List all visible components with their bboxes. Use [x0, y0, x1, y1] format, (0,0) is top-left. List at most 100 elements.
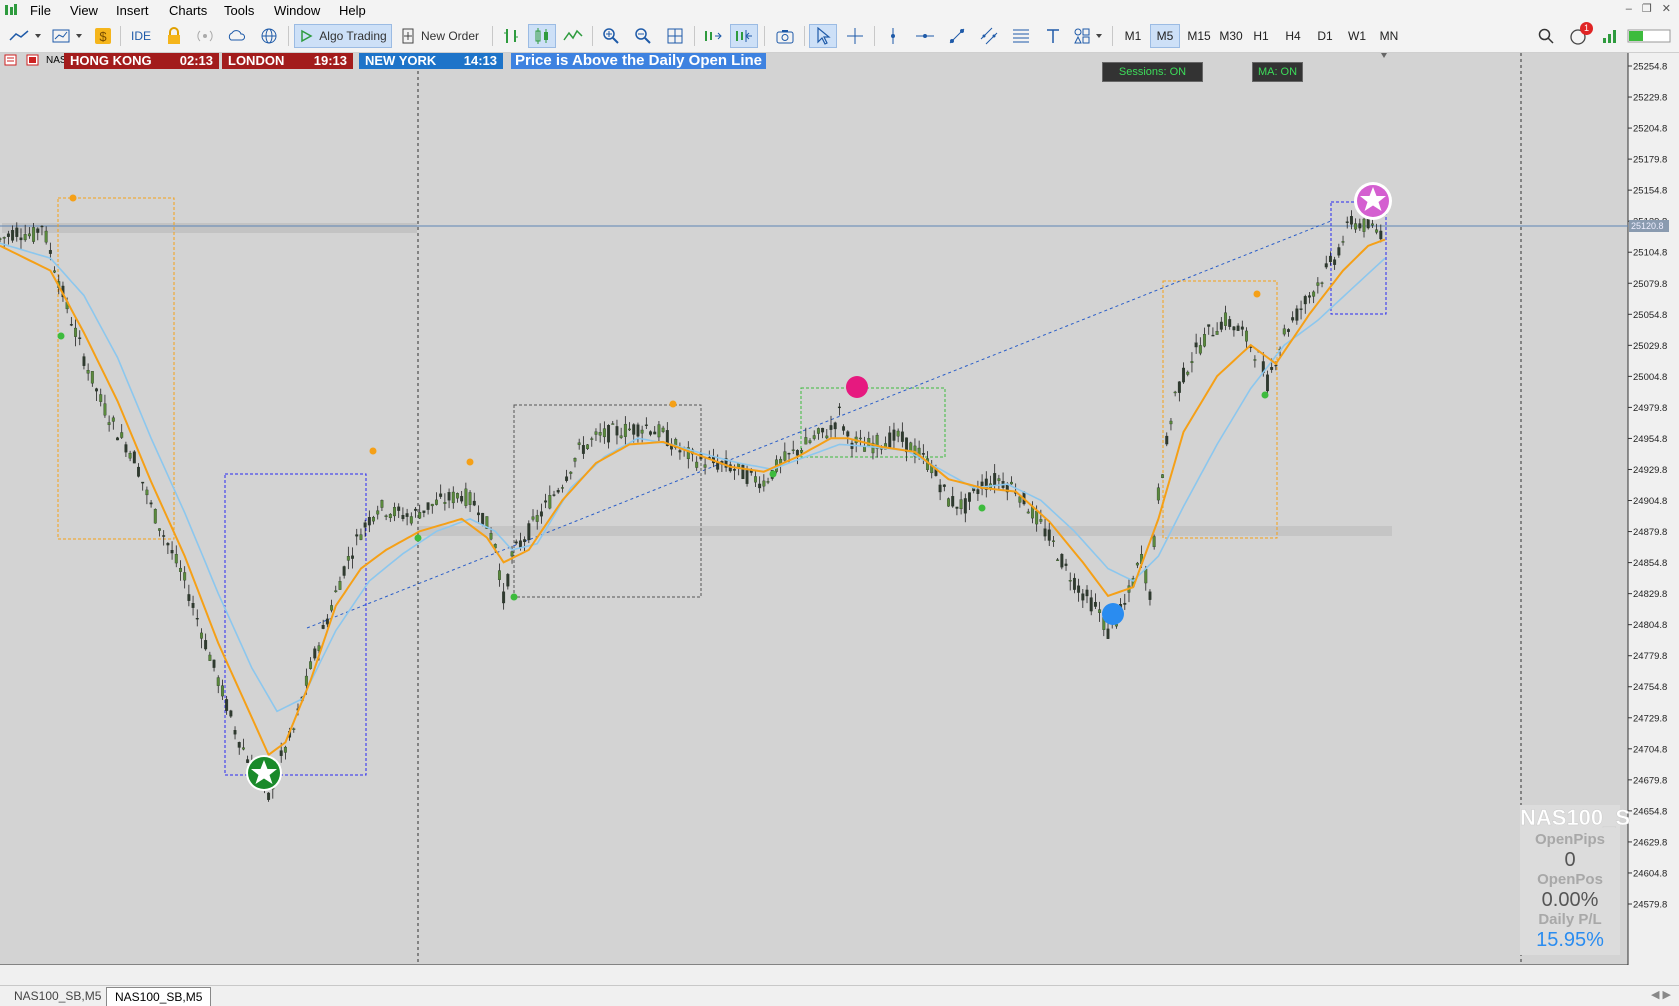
candle-body [48, 250, 52, 254]
templates-button[interactable] [50, 24, 86, 48]
candle-body [367, 517, 371, 526]
lock-button[interactable] [162, 24, 186, 48]
channel-button[interactable] [976, 24, 1002, 48]
chart-area[interactable]: 25254.825229.825204.825179.825154.825129… [0, 53, 1679, 965]
market-button[interactable] [256, 24, 282, 48]
candle-body [1106, 628, 1110, 639]
tab-chart-1[interactable]: NAS100_SB,M5 [6, 987, 109, 1005]
candle-body [435, 499, 438, 505]
menu-view[interactable]: View [70, 3, 98, 18]
info-symbol: NAS100_S [1520, 805, 1631, 831]
toolbar-separator [874, 26, 875, 46]
trading-button[interactable]: $ [92, 24, 114, 48]
candle-body [1203, 334, 1206, 347]
candle-body [888, 432, 892, 448]
autoscroll-button[interactable] [700, 24, 726, 48]
timeframe-mn[interactable]: MN [1374, 24, 1404, 48]
menu-charts[interactable]: Charts [169, 3, 207, 18]
candle-body [846, 431, 850, 437]
notifications-button[interactable]: 1 [1564, 22, 1594, 48]
vertical-line-button[interactable] [880, 24, 906, 48]
candle-body [804, 437, 808, 445]
cloud-button[interactable] [224, 24, 250, 48]
cloud-icon [228, 30, 246, 41]
candle-body [1148, 591, 1152, 600]
menu-window[interactable]: Window [274, 3, 320, 18]
resistance-zone [2, 223, 417, 233]
price-tick-label: 25104.8 [1633, 248, 1667, 259]
close-icon[interactable]: ✕ [1662, 3, 1671, 15]
horizontal-line-button[interactable] [912, 24, 938, 48]
candle-body [380, 500, 384, 508]
timeframe-m1[interactable]: M1 [1118, 24, 1148, 48]
search-button[interactable] [1534, 24, 1558, 48]
menu-file[interactable]: File [30, 3, 51, 18]
tile-windows-button[interactable] [662, 24, 688, 48]
candle-body [560, 487, 564, 489]
candle-body [1345, 221, 1349, 223]
candle-body [1240, 326, 1244, 330]
timeframe-h1[interactable]: H1 [1246, 24, 1276, 48]
ide-button[interactable]: IDE [126, 24, 156, 48]
shapes-button[interactable] [1072, 24, 1106, 48]
candle-body [204, 640, 208, 650]
ma-toggle-button[interactable]: MA: ON [1252, 62, 1303, 82]
timeframe-d1[interactable]: D1 [1310, 24, 1340, 48]
fibonacci-button[interactable] [1008, 24, 1034, 48]
menu-tools[interactable]: Tools [224, 3, 254, 18]
algo-trading-button[interactable]: Algo Trading [294, 24, 392, 48]
candle-body [1349, 216, 1353, 225]
crosshair-button[interactable] [842, 24, 868, 48]
candle-body [1211, 334, 1215, 337]
zoom-in-button[interactable] [598, 24, 624, 48]
new-order-button[interactable]: New Order [398, 24, 482, 48]
price-tick-label: 24879.8 [1633, 527, 1667, 538]
screenshot-button[interactable] [772, 24, 798, 48]
candle-body [1135, 562, 1139, 566]
candle-body [481, 512, 485, 525]
zoom-out-button[interactable] [630, 24, 656, 48]
candle-body [523, 539, 527, 543]
candle-body [6, 233, 10, 237]
chart-type-button[interactable] [6, 24, 44, 48]
signal-dot-green [1261, 391, 1269, 399]
candle-body [40, 225, 44, 228]
timeframe-m30[interactable]: M30 [1214, 24, 1248, 48]
candle-body [833, 422, 837, 430]
signal-strength-button[interactable] [1600, 24, 1620, 48]
line-chart-button[interactable] [560, 24, 586, 48]
timeframe-m15[interactable]: M15 [1182, 24, 1216, 48]
candle-body [577, 442, 581, 445]
candle-body [145, 489, 149, 496]
connection-status [1626, 24, 1672, 48]
candle [1161, 474, 1165, 479]
candle-body [716, 462, 720, 470]
menu-insert[interactable]: Insert [116, 3, 149, 18]
menu-bar: File View Insert Charts Tools Window Hel… [0, 0, 1679, 20]
candle-body [0, 238, 2, 240]
sessions-toggle-button[interactable]: Sessions: ON [1102, 62, 1203, 82]
timeframe-w1[interactable]: W1 [1342, 24, 1372, 48]
candlestick-button[interactable] [528, 24, 556, 48]
chart-window-icon[interactable] [26, 54, 40, 66]
cursor-tool-button[interactable] [809, 24, 837, 48]
chart-shift-button[interactable] [730, 24, 758, 48]
candle-body [661, 427, 665, 432]
restore-icon[interactable]: ❐ [1642, 3, 1652, 15]
chart-menu-icon[interactable] [4, 54, 18, 66]
tab-chart-2[interactable]: NAS100_SB,M5 [106, 987, 212, 1006]
tab-scroll-arrows[interactable]: ◀ ▶ [1651, 988, 1671, 1001]
zoom-out-icon [635, 28, 651, 44]
candle-body [959, 499, 963, 510]
candle-body [556, 490, 560, 493]
text-button[interactable] [1040, 24, 1066, 48]
price-chart[interactable]: 25254.825229.825204.825179.825154.825129… [0, 53, 1679, 965]
bar-chart-button[interactable] [498, 24, 524, 48]
price-tick-label: 24854.8 [1633, 558, 1667, 569]
timeframe-m5[interactable]: M5 [1150, 24, 1180, 48]
menu-help[interactable]: Help [339, 3, 366, 18]
minimize-icon[interactable]: – [1626, 3, 1632, 15]
trendline-button[interactable] [944, 24, 970, 48]
signal-button[interactable] [192, 24, 218, 48]
timeframe-h4[interactable]: H4 [1278, 24, 1308, 48]
